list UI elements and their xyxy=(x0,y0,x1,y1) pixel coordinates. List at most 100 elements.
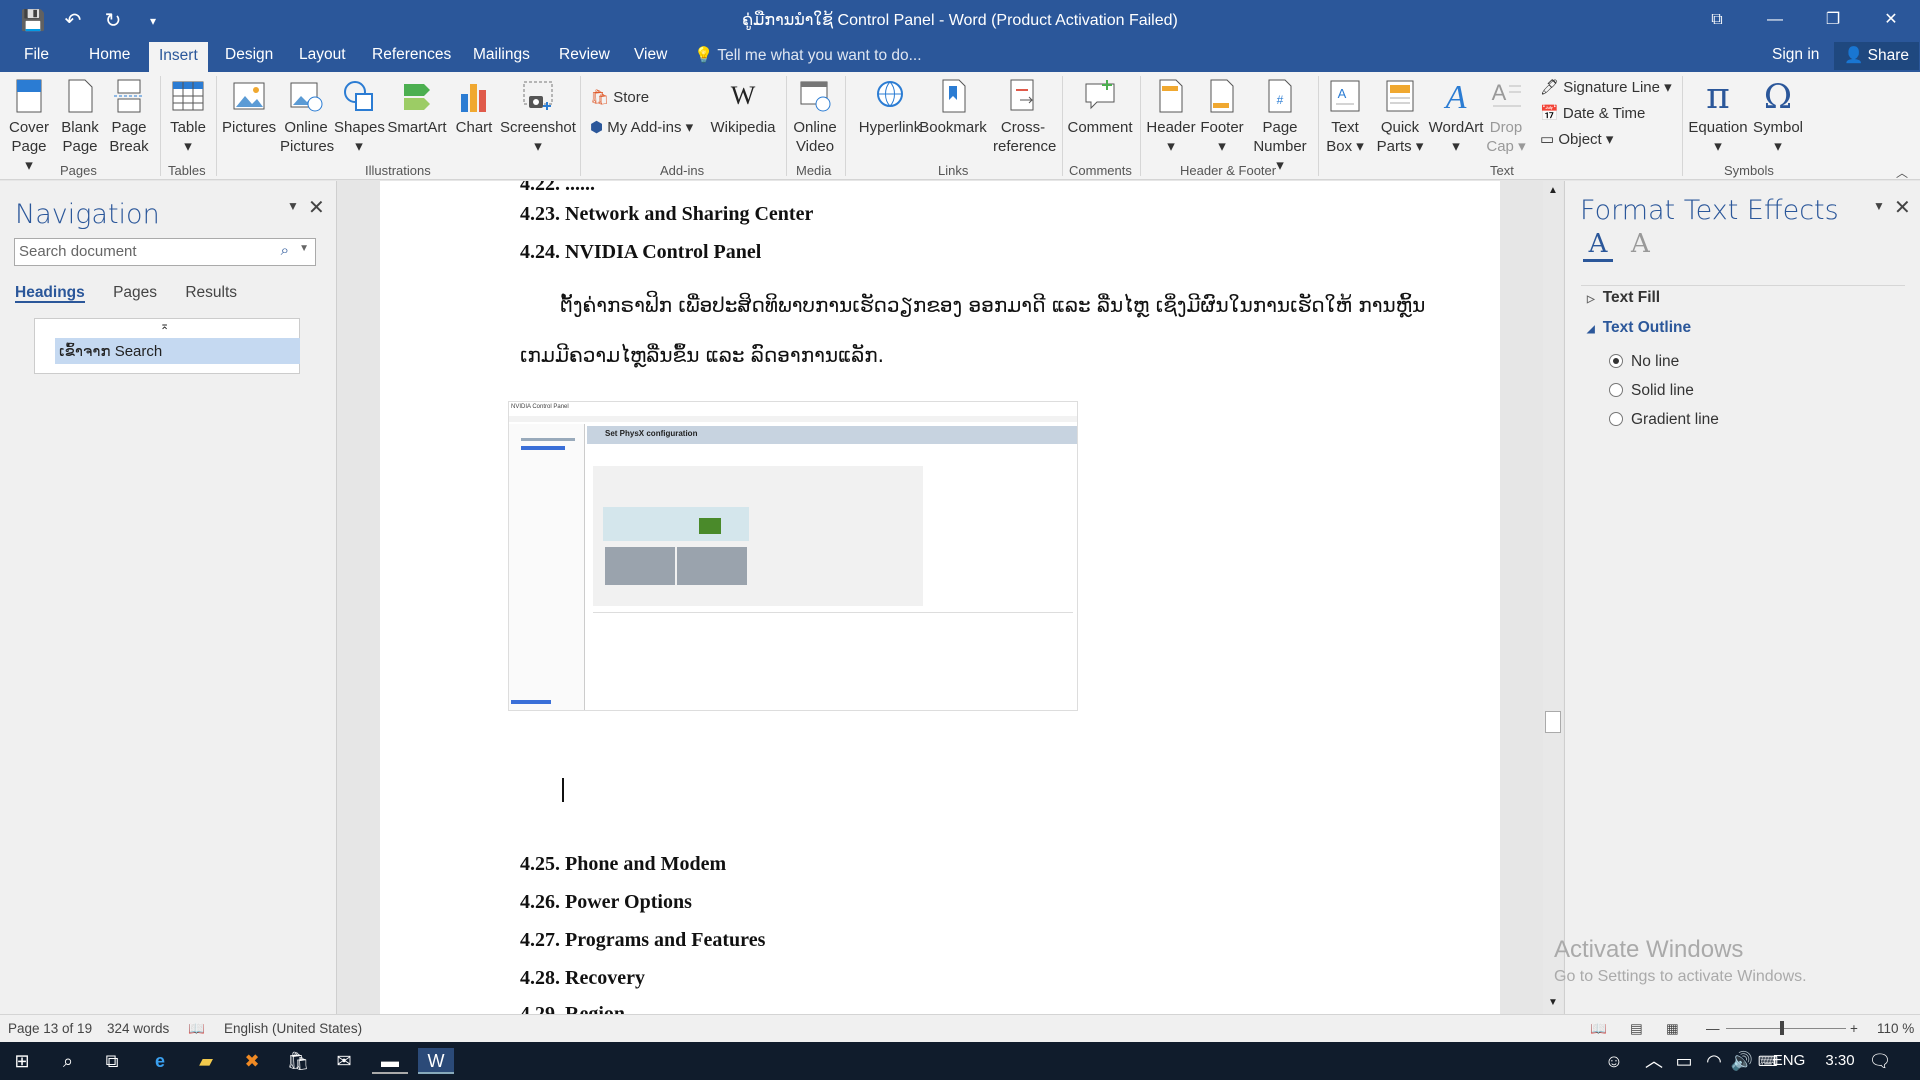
header-button[interactable]: Header ▾ xyxy=(1144,78,1198,156)
online-pictures-button[interactable]: Online Pictures xyxy=(280,78,334,156)
blank-page-button[interactable]: Blank Page xyxy=(58,78,102,156)
tab-view[interactable]: View xyxy=(634,46,667,64)
file-explorer-icon[interactable]: ▰ xyxy=(188,1048,224,1074)
solid-line-option[interactable]: Solid line xyxy=(1609,382,1694,400)
cover-page-button[interactable]: Cover Page ▾ xyxy=(6,78,52,175)
ribbon-display-options-icon[interactable]: ⧉ xyxy=(1688,0,1746,40)
tab-home[interactable]: Home xyxy=(89,46,130,64)
table-button[interactable]: Table ▾ xyxy=(166,78,210,156)
shapes-button[interactable]: Shapes ▾ xyxy=(334,78,385,156)
heading-item[interactable]: ເຂົ້າຈາກ Search xyxy=(55,338,300,364)
edge-icon[interactable]: e xyxy=(142,1048,178,1074)
wordart-button[interactable]: A WordArt ▾ xyxy=(1428,78,1484,156)
quick-parts-button[interactable]: Quick Parts ▾ xyxy=(1372,78,1428,156)
word-icon[interactable]: W xyxy=(418,1048,454,1074)
tab-pages[interactable]: Pages xyxy=(113,284,157,301)
cross-reference-button[interactable]: Cross-reference xyxy=(988,78,1058,156)
tab-references[interactable]: References xyxy=(372,46,451,64)
vertical-scrollbar[interactable]: ▲ ▼ xyxy=(1543,181,1563,1014)
tab-results[interactable]: Results xyxy=(185,284,237,301)
page-break-button[interactable]: Page Break xyxy=(106,78,152,156)
bookmark-button[interactable]: Bookmark xyxy=(916,78,990,137)
text-effects-icon[interactable]: A xyxy=(1631,229,1650,259)
close-icon[interactable]: ✕ xyxy=(1862,0,1920,40)
read-mode-icon[interactable]: 📖 xyxy=(1590,1021,1607,1037)
print-layout-icon[interactable]: ▤ xyxy=(1630,1021,1643,1037)
tab-review[interactable]: Review xyxy=(559,46,610,64)
clock[interactable]: 3:30 xyxy=(1812,1052,1868,1069)
terminal-icon[interactable]: ▬ xyxy=(372,1048,408,1074)
store-icon[interactable]: 🛍 xyxy=(280,1048,316,1074)
web-layout-icon[interactable]: ▦ xyxy=(1666,1021,1679,1037)
close-pane-icon[interactable]: ✕ xyxy=(1894,195,1911,220)
word-count[interactable]: 324 words xyxy=(107,1021,169,1036)
pane-options-icon[interactable]: ▼ xyxy=(1873,199,1885,213)
text-outline-section[interactable]: ◢ Text Outline xyxy=(1587,319,1691,337)
signature-line-button[interactable]: 🖊 Signature Line ▾ xyxy=(1540,78,1672,96)
task-view-icon[interactable]: ⧉ xyxy=(94,1048,130,1074)
search-document-input[interactable]: Search document ⌕ ▼ xyxy=(14,238,316,266)
drop-cap-button[interactable]: A Drop Cap ▾ xyxy=(1486,78,1526,156)
tab-design[interactable]: Design xyxy=(225,46,273,64)
store-button[interactable]: 🛍 Store xyxy=(590,88,649,106)
page-count[interactable]: Page 13 of 19 xyxy=(8,1021,92,1036)
zoom-level[interactable]: 110 % xyxy=(1877,1021,1914,1036)
restore-icon[interactable]: ❐ xyxy=(1804,0,1862,40)
page-number-button[interactable]: # Page Number ▾ xyxy=(1248,78,1312,175)
xampp-icon[interactable]: ✖ xyxy=(234,1048,270,1074)
comment-button[interactable]: Comment xyxy=(1064,78,1136,137)
my-addins-button[interactable]: ⬢ My Add-ins ▾ xyxy=(590,118,693,136)
pane-options-icon[interactable]: ▼ xyxy=(287,199,299,213)
tab-insert[interactable]: Insert xyxy=(149,42,208,72)
share-button[interactable]: 👤 Share xyxy=(1834,42,1919,70)
pictures-button[interactable]: Pictures xyxy=(222,78,276,137)
search-icon[interactable]: ⌕ xyxy=(50,1048,86,1074)
tell-me-box[interactable]: 💡 Tell me what you want to do... xyxy=(694,46,922,65)
zoom-slider-thumb[interactable] xyxy=(1780,1021,1784,1035)
text-fill-outline-icon[interactable]: A xyxy=(1583,229,1613,262)
zoom-out-icon[interactable]: — xyxy=(1706,1021,1720,1036)
search-icon[interactable]: ⌕ xyxy=(281,242,289,259)
radio-unselected[interactable] xyxy=(1609,412,1623,426)
zoom-in-icon[interactable]: + xyxy=(1850,1021,1858,1036)
radio-unselected[interactable] xyxy=(1609,383,1623,397)
proofing-icon[interactable]: 📖 xyxy=(188,1021,205,1037)
screenshot-button[interactable]: Screenshot ▾ xyxy=(500,78,576,156)
start-icon[interactable]: ⊞ xyxy=(4,1048,40,1074)
close-pane-icon[interactable]: ✕ xyxy=(308,195,325,220)
tab-headings[interactable]: Headings xyxy=(15,284,85,303)
wikipedia-button[interactable]: W Wikipedia xyxy=(706,78,780,137)
collapse-ribbon-icon[interactable]: ︿ xyxy=(1896,164,1908,181)
people-icon[interactable]: ☺ xyxy=(1596,1048,1632,1074)
equation-button[interactable]: π Equation ▾ xyxy=(1686,78,1750,156)
object-button[interactable]: ▭ Object ▾ xyxy=(1540,130,1613,148)
no-line-option[interactable]: No line xyxy=(1609,353,1679,371)
action-center-icon[interactable]: 🗨 xyxy=(1862,1048,1898,1074)
collapse-all-icon[interactable]: ⌅ xyxy=(160,319,169,332)
language-indicator[interactable]: English (United States) xyxy=(224,1021,362,1036)
text-box-button[interactable]: A Text Box ▾ xyxy=(1322,78,1368,156)
radio-selected[interactable] xyxy=(1609,354,1623,368)
minimize-icon[interactable]: — xyxy=(1746,0,1804,40)
chart-button[interactable]: Chart xyxy=(452,78,496,137)
smartart-button[interactable]: SmartArt xyxy=(386,78,448,137)
nvidia-screenshot-image[interactable]: NVIDIA Control Panel Set PhysX configura… xyxy=(508,401,1078,711)
gradient-line-option[interactable]: Gradient line xyxy=(1609,411,1719,429)
tab-file[interactable]: File xyxy=(24,46,49,64)
document-page[interactable]: 4.22. ...... 4.23. Network and Sharing C… xyxy=(380,181,1500,1014)
mail-icon[interactable]: ✉ xyxy=(326,1048,362,1074)
symbol-button[interactable]: Ω Symbol ▾ xyxy=(1750,78,1806,156)
zoom-slider[interactable] xyxy=(1726,1028,1846,1029)
sign-in-link[interactable]: Sign in xyxy=(1772,46,1819,64)
scroll-thumb[interactable] xyxy=(1545,711,1561,733)
search-options-icon[interactable]: ▼ xyxy=(299,243,309,254)
scroll-up-icon[interactable]: ▲ xyxy=(1548,185,1558,196)
online-video-button[interactable]: Online Video xyxy=(790,78,840,156)
scroll-down-icon[interactable]: ▼ xyxy=(1548,997,1558,1008)
text-fill-section[interactable]: ▷ Text Fill xyxy=(1587,289,1660,307)
tab-mailings[interactable]: Mailings xyxy=(473,46,530,64)
tab-layout[interactable]: Layout xyxy=(299,46,346,64)
footer-button[interactable]: Footer ▾ xyxy=(1198,78,1246,156)
date-time-button[interactable]: 📅 Date & Time xyxy=(1540,104,1645,122)
input-language[interactable]: ENG xyxy=(1766,1052,1812,1069)
